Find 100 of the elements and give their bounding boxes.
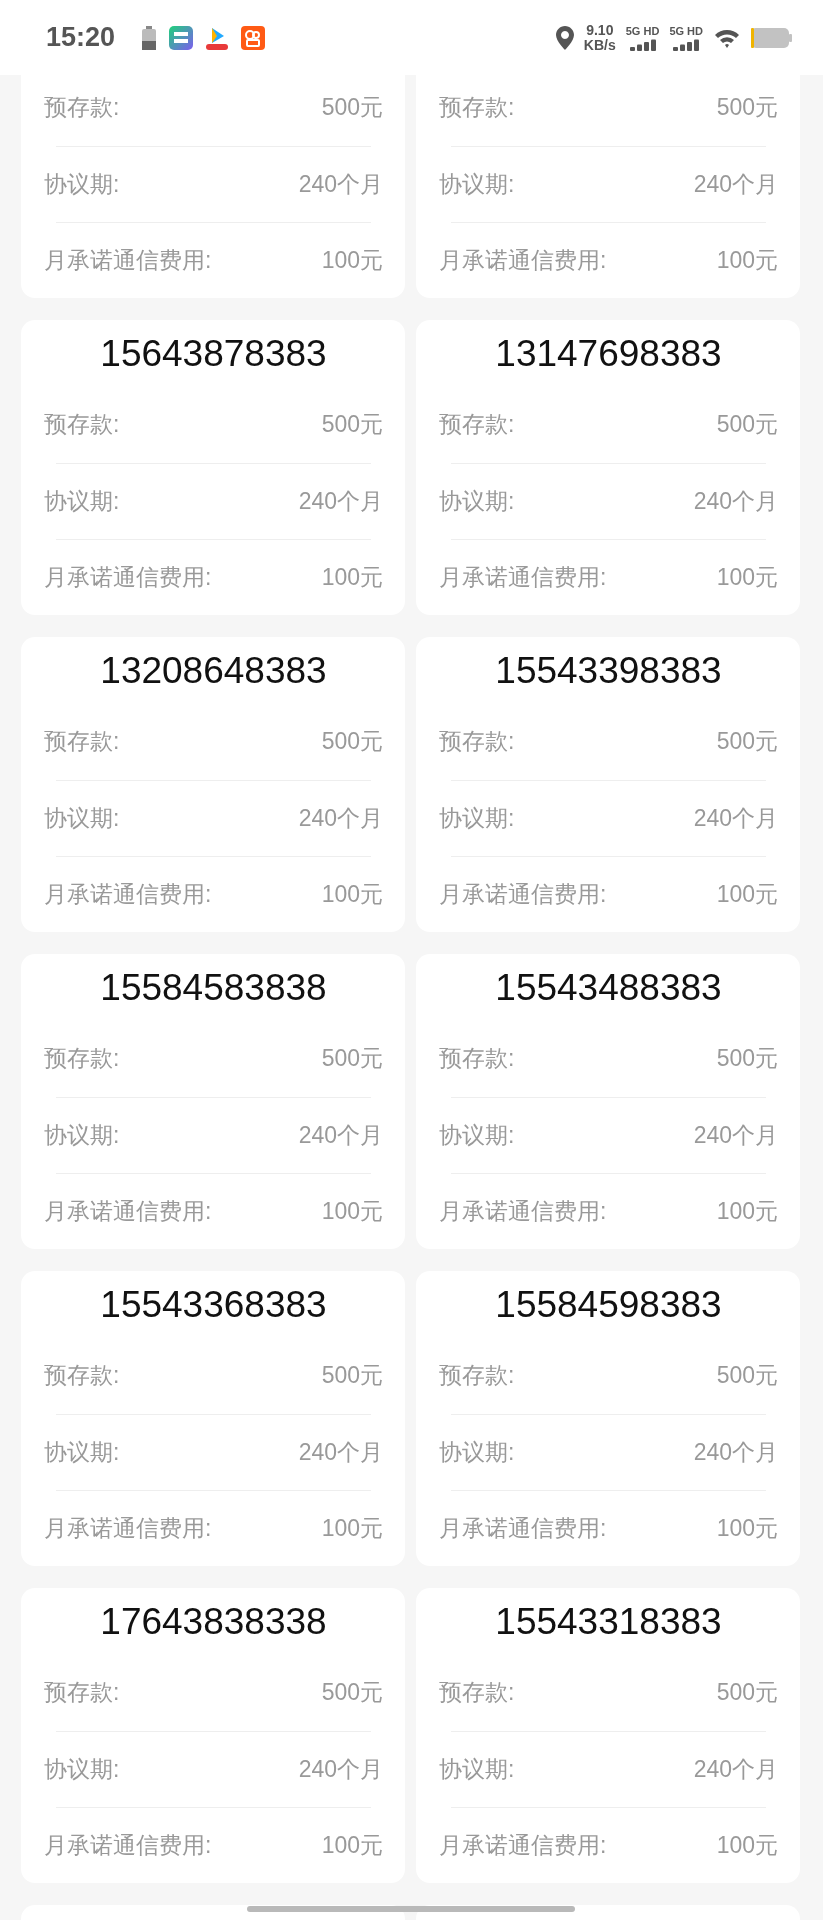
phone-number: 17643838338 [100, 1599, 327, 1644]
detail-value: 100元 [716, 1830, 778, 1860]
detail-label: 协议期: [44, 486, 120, 516]
detail-label: 预存款: [439, 93, 515, 123]
clock-time: 15:20 [46, 22, 116, 53]
detail-label: 月承诺通信费用: [44, 879, 212, 909]
detail-label: 预存款: [44, 1678, 120, 1708]
detail-label: 月承诺通信费用: [44, 1196, 212, 1226]
number-card[interactable]: 15584598383 预存款: 500元 协议期: 240个月 月承诺通信费用: 100元 [416, 1271, 800, 1566]
number-card[interactable]: 15543318383 预存款: 500元 协议期: 240个月 月承诺通信费用: 100元 [416, 1588, 800, 1883]
signal-icon [627, 38, 658, 51]
speed-unit: KB/s [583, 37, 616, 53]
detail-value: 500元 [716, 727, 778, 757]
detail-label: 月承诺通信费用: [439, 1513, 607, 1543]
phone-number: 15584583838 [100, 965, 327, 1010]
network-label: 5G HD [669, 24, 703, 37]
battery-icon [141, 25, 158, 50]
detail-value: 240个月 [298, 1120, 383, 1150]
number-card[interactable]: 13208648383 预存款: 500元 协议期: 240个月 月承诺通信费用: 100元 [21, 637, 405, 932]
detail-label: 预存款: [44, 1361, 120, 1391]
detail-value: 100元 [321, 562, 383, 592]
play-icon [205, 25, 230, 50]
detail-value: 500元 [321, 93, 383, 123]
detail-value: 500元 [716, 1361, 778, 1391]
phone-number: 15543398383 [495, 648, 722, 693]
detail-value: 100元 [321, 1830, 383, 1860]
detail-value: 500元 [321, 1361, 383, 1391]
number-card[interactable]: 15643878383 预存款: 500元 协议期: 240个月 月承诺通信费用: 100元 [21, 320, 405, 615]
detail-label: 月承诺通信费用: [439, 562, 607, 592]
detail-label: 协议期: [44, 1120, 120, 1150]
detail-label: 协议期: [44, 1754, 120, 1784]
detail-value: 100元 [716, 879, 778, 909]
detail-value: 500元 [716, 1678, 778, 1708]
detail-label: 预存款: [439, 1361, 515, 1391]
number-card[interactable]: 13147698383 预存款: 500元 协议期: 240个月 月承诺通信费用: 100元 [416, 320, 800, 615]
network-label: 5G HD [625, 24, 660, 37]
app-icon [241, 25, 266, 50]
phone-number: 15584598383 [495, 1282, 722, 1327]
detail-label: 预存款: [439, 1678, 515, 1708]
detail-label: 协议期: [439, 1437, 515, 1467]
detail-label: 协议期: [439, 803, 515, 833]
speed-value: 9.10 [586, 22, 614, 38]
phone-number: 15543318383 [495, 1599, 722, 1644]
detail-value: 240个月 [693, 1437, 778, 1467]
detail-label: 协议期: [44, 803, 120, 833]
detail-value: 100元 [716, 1513, 778, 1543]
detail-value: 500元 [321, 727, 383, 757]
detail-value: 500元 [321, 1678, 383, 1708]
detail-value: 100元 [716, 245, 778, 275]
detail-value: 240个月 [298, 486, 383, 516]
detail-label: 预存款: [44, 93, 120, 123]
detail-value: 240个月 [298, 803, 383, 833]
detail-label: 月承诺通信费用: [44, 245, 212, 275]
phone-number: 13147698383 [495, 331, 722, 376]
phone-number: 15543368383 [100, 1282, 327, 1327]
detail-value: 240个月 [298, 169, 383, 199]
detail-value: 240个月 [693, 169, 778, 199]
detail-label: 预存款: [44, 727, 120, 757]
phone-number: 15643878383 [100, 331, 327, 376]
battery-icon [751, 26, 793, 49]
number-card[interactable]: 15584583838 预存款: 500元 协议期: 240个月 月承诺通信费用: 100元 [21, 954, 405, 1249]
detail-value: 500元 [321, 1044, 383, 1074]
detail-value: 240个月 [298, 1754, 383, 1784]
detail-label: 协议期: [44, 169, 120, 199]
number-card[interactable]: 15543368383 预存款: 500元 协议期: 240个月 月承诺通信费用: 100元 [21, 1271, 405, 1566]
detail-value: 100元 [716, 1196, 778, 1226]
detail-value: 240个月 [693, 486, 778, 516]
detail-label: 预存款: [439, 1044, 515, 1074]
number-card[interactable]: 15543398383 预存款: 500元 协议期: 240个月 月承诺通信费用: 100元 [416, 637, 800, 932]
detail-label: 月承诺通信费用: [44, 1513, 212, 1543]
home-indicator[interactable] [247, 1906, 575, 1912]
phone-number: 13208648383 [100, 648, 327, 693]
detail-label: 月承诺通信费用: [439, 1196, 607, 1226]
detail-label: 协议期: [439, 169, 515, 199]
detail-value: 100元 [321, 879, 383, 909]
detail-label: 协议期: [44, 1437, 120, 1467]
detail-label: 月承诺通信费用: [44, 562, 212, 592]
detail-label: 月承诺通信费用: [439, 245, 607, 275]
detail-label: 月承诺通信费用: [439, 1830, 607, 1860]
detail-value: 500元 [716, 1044, 778, 1074]
detail-label: 预存款: [44, 1044, 120, 1074]
detail-value: 100元 [321, 245, 383, 275]
detail-value: 240个月 [693, 1754, 778, 1784]
number-card[interactable]: 17643838338 预存款: 500元 协议期: 240个月 月承诺通信费用: 100元 [21, 1588, 405, 1883]
detail-value: 500元 [321, 410, 383, 440]
signal-icon [671, 38, 702, 51]
detail-value: 100元 [321, 1196, 383, 1226]
detail-value: 240个月 [693, 1120, 778, 1150]
detail-label: 预存款: [439, 727, 515, 757]
detail-value: 240个月 [298, 1437, 383, 1467]
app-icon [169, 25, 194, 50]
detail-label: 月承诺通信费用: [44, 1830, 212, 1860]
detail-value: 500元 [716, 410, 778, 440]
number-card[interactable]: 15543488383 预存款: 500元 协议期: 240个月 月承诺通信费用: 100元 [416, 954, 800, 1249]
detail-value: 100元 [321, 1513, 383, 1543]
detail-label: 协议期: [439, 1754, 515, 1784]
detail-label: 预存款: [439, 410, 515, 440]
location-icon [555, 25, 574, 50]
detail-label: 月承诺通信费用: [439, 879, 607, 909]
detail-value: 240个月 [693, 803, 778, 833]
